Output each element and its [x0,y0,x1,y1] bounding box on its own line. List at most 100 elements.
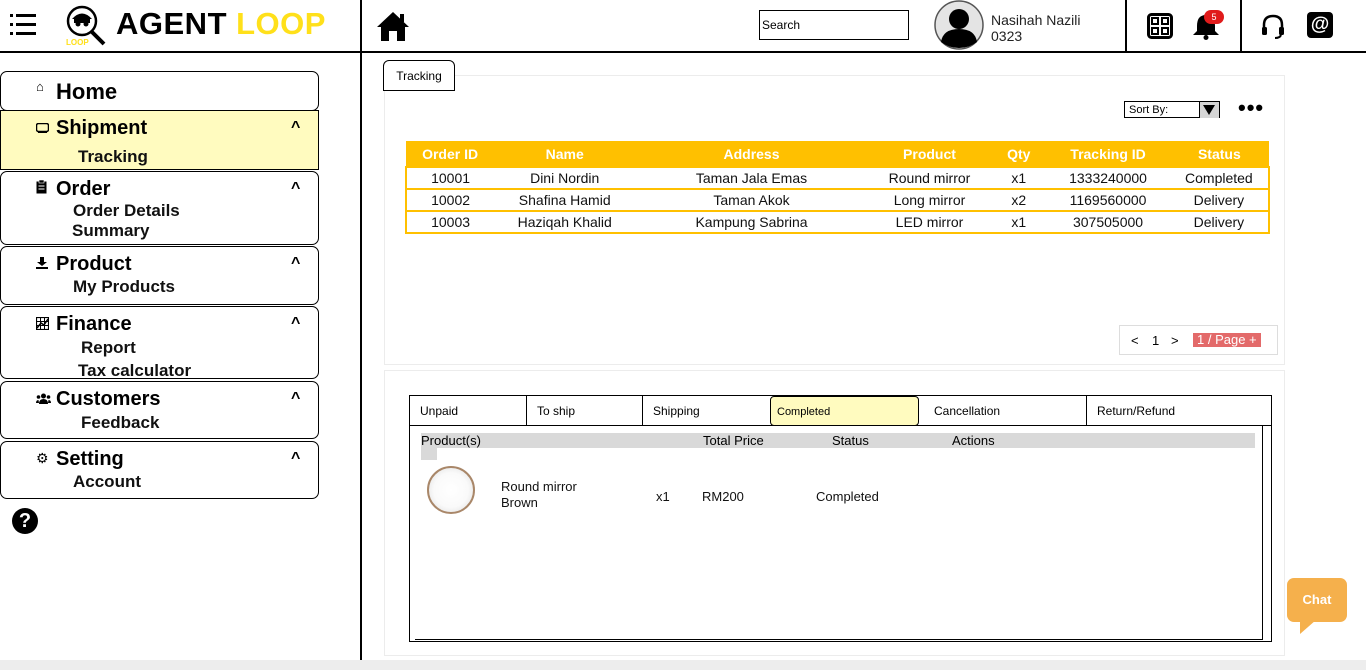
mail-at-icon[interactable]: @ [1307,12,1333,38]
help-icon[interactable]: ? [12,508,38,534]
table-header-row: Order ID Name Address Product Qty Tracki… [406,141,1269,167]
sidebar-subitem-account[interactable]: Account [73,472,141,492]
column-header: Total Price [703,433,764,448]
next-page-button[interactable]: > [1171,333,1179,348]
sidebar-subitem-tracking[interactable]: Tracking [78,147,148,167]
collapse-caret-icon[interactable]: ^ [291,450,300,468]
sidebar-subitem-report[interactable]: Report [81,338,136,358]
tab-unpaid[interactable]: Unpaid [410,396,527,426]
chat-button[interactable]: Chat [1287,578,1347,622]
product-qty: x1 [656,489,670,504]
tab-to-ship[interactable]: To ship [527,396,643,426]
collapse-caret-icon[interactable]: ^ [291,315,300,333]
headset-icon[interactable] [1260,13,1286,39]
column-header: Order ID [406,141,495,167]
column-header: Qty [991,141,1047,167]
tab-shipping[interactable]: Shipping [643,396,770,426]
more-options-icon[interactable]: ••• [1238,97,1264,119]
menu-icon[interactable] [10,14,36,36]
chart-icon [36,317,49,330]
status-cell: Delivery [1169,188,1271,212]
sidebar-item-label: Order [56,178,111,200]
home-icon: ⌂ [36,79,44,94]
qty-cell: x1 [991,210,1047,234]
sort-by-select[interactable]: Sort By: [1124,101,1220,118]
sidebar-divider [360,0,362,670]
header-divider [1125,0,1127,51]
address-cell: Taman Akok [635,188,868,212]
tracking-table: Order ID Name Address Product Qty Tracki… [404,141,1271,234]
status-cell: Completed [1169,166,1271,190]
table-row[interactable]: 10002 Shafina Hamid Taman Akok Long mirr… [404,188,1271,212]
prev-page-button[interactable]: < [1131,333,1139,348]
sidebar-item-label: Shipment [56,117,148,139]
tab-cancellation[interactable]: Cancellation [924,396,1087,426]
product-cell: Round mirror [867,166,992,190]
dropdown-arrow-icon[interactable] [1199,102,1219,118]
address-cell: Kampung Sabrina [635,210,868,234]
orders-list-inner: Product(s) Total Price Status Actions Ro… [415,426,1263,640]
order-status: Completed [816,489,879,504]
sidebar-item-home[interactable]: ⌂ Home [0,71,319,111]
tracking-id-cell: 1333240000 [1046,166,1170,190]
user-id: 0323 [991,28,1023,44]
top-bar: LOOP AGENT LOOP Nasihah Nazili 0323 5 @ [0,0,1366,53]
header-divider [1240,0,1242,51]
collapse-caret-icon[interactable]: ^ [291,390,300,408]
header-block [421,448,437,460]
column-header: Status [1169,141,1269,167]
tab-completed[interactable]: Completed [770,396,919,426]
users-icon [36,393,51,404]
apps-grid-icon[interactable] [1147,13,1173,39]
sort-by-label: Sort By: [1129,104,1169,116]
sidebar-item-finance[interactable]: Finance ^ Report Tax calculator [0,306,319,381]
column-header: Product(s) [421,433,481,448]
sidebar-item-label: Customers [56,388,161,410]
notification-badge: 5 [1204,10,1224,24]
sidebar-subitem-summary[interactable]: Summary [72,221,149,241]
sidebar-item-customers[interactable]: Customers ^ Feedback [0,381,319,439]
table-row[interactable]: 10001 Dini Nordin Taman Jala Emas Round … [404,166,1271,190]
column-header: Address [635,141,868,167]
qty-cell: x2 [991,188,1047,212]
product-variant: Brown [501,495,538,510]
orders-list: Product(s) Total Price Status Actions Ro… [409,425,1272,642]
sidebar-subitem-feedback[interactable]: Feedback [81,413,159,433]
sidebar-subitem-my-products[interactable]: My Products [73,277,175,297]
sidebar-item-setting[interactable]: ⚙ Setting ^ Account [0,441,319,499]
brand-part1: AGENT [116,6,227,41]
brand-part2: LOOP [236,6,326,41]
per-page-select[interactable]: 1 / Page + [1193,333,1261,347]
search-input[interactable] [759,10,909,40]
order-status-tabs: Unpaid To ship Shipping Completed Cancel… [409,395,1272,426]
avatar[interactable] [933,0,985,50]
collapse-caret-icon[interactable]: ^ [291,180,300,198]
sidebar-item-order[interactable]: Order ^ Order Details Summary [0,171,319,245]
status-cell: Delivery [1169,210,1271,234]
sidebar: ⌂ Home Shipment ^ Tracking Order ^ Order… [0,53,360,670]
table-row[interactable]: 10003 Haziqah Khalid Kampung Sabrina LED… [404,210,1271,234]
logo-caption: LOOP [66,38,89,46]
product-cell: Long mirror [867,188,992,212]
column-header: Actions [952,433,995,448]
sidebar-item-product[interactable]: Product ^ My Products [0,246,319,305]
orders-header-row: Product(s) Total Price Status Actions [421,433,1255,448]
sidebar-item-shipment[interactable]: Shipment ^ Tracking [0,110,319,170]
sidebar-subitem-tax-calculator[interactable]: Tax calculator [78,361,191,381]
sidebar-item-label: Product [56,253,132,275]
tab-tracking[interactable]: Tracking [383,60,455,91]
sidebar-item-label: Finance [56,313,132,335]
qty-cell: x1 [991,166,1047,190]
product-image [427,466,475,514]
collapse-caret-icon[interactable]: ^ [291,119,300,137]
sidebar-subitem-order-details[interactable]: Order Details [73,201,180,221]
brand-title: AGENT LOOP [116,6,326,42]
home-icon[interactable] [376,10,410,42]
name-cell: Dini Nordin [494,166,636,190]
tab-return-refund[interactable]: Return/Refund [1087,396,1271,426]
truck-icon [36,123,49,133]
pagination: < 1 > 1 / Page + [1119,325,1278,355]
product-price: RM200 [702,489,744,504]
column-header: Product [867,141,992,167]
collapse-caret-icon[interactable]: ^ [291,255,300,273]
